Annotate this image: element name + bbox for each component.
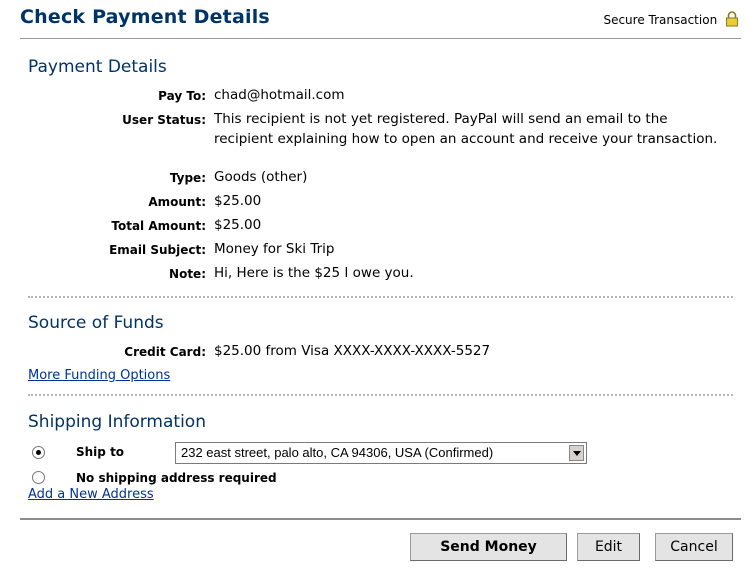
ship-to-radio[interactable]	[32, 446, 45, 459]
pay-to-value: chad@hotmail.com	[214, 87, 345, 103]
check-payment-page: Check Payment Details Secure Transaction…	[0, 0, 751, 571]
page-title: Check Payment Details	[20, 6, 270, 28]
credit-card-value: $25.00 from Visa XXXX-XXXX-XXXX-5527	[214, 343, 491, 359]
payment-details-heading: Payment Details	[28, 57, 167, 77]
type-label: Type:	[169, 171, 206, 185]
note-label: Note:	[169, 267, 206, 281]
add-new-address-link[interactable]: Add a New Address	[28, 487, 154, 502]
no-shipping-label: No shipping address required	[76, 471, 277, 485]
secure-transaction: Secure Transaction	[603, 11, 739, 27]
edit-button[interactable]: Edit	[577, 533, 640, 561]
send-money-button[interactable]: Send Money	[410, 533, 567, 561]
email-subject-value: Money for Ski Trip	[214, 241, 335, 257]
total-amount-value: $25.00	[214, 217, 262, 233]
header: Check Payment Details Secure Transaction	[20, 6, 743, 36]
user-status-value: This recipient is not yet registered. Pa…	[214, 111, 718, 147]
shipping-address-select[interactable]: 232 east street, palo alto, CA 94306, US…	[175, 442, 587, 464]
total-amount-label: Total Amount:	[111, 219, 206, 233]
type-value: Goods (other)	[214, 169, 308, 185]
pay-to-label: Pay To:	[158, 89, 206, 103]
shipping-information-heading: Shipping Information	[28, 412, 206, 432]
section-divider	[28, 296, 733, 298]
amount-value: $25.00	[214, 193, 262, 209]
user-status-label: User Status:	[122, 113, 206, 127]
secure-transaction-label: Secure Transaction	[603, 13, 718, 27]
footer-divider	[20, 518, 741, 520]
section-divider	[28, 394, 733, 396]
note-value: Hi, Here is the $25 I owe you.	[214, 265, 414, 281]
source-of-funds-heading: Source of Funds	[28, 313, 164, 333]
amount-label: Amount:	[148, 195, 206, 209]
ship-to-label: Ship to	[76, 445, 125, 459]
lock-icon	[725, 11, 739, 27]
chevron-down-icon[interactable]	[569, 445, 584, 461]
credit-card-label: Credit Card:	[124, 345, 206, 359]
more-funding-options-link[interactable]: More Funding Options	[28, 368, 170, 383]
cancel-button[interactable]: Cancel	[655, 533, 733, 561]
shipping-address-value: 232 east street, palo alto, CA 94306, US…	[181, 445, 494, 460]
header-divider	[20, 38, 741, 39]
no-shipping-radio[interactable]	[32, 471, 45, 484]
email-subject-label: Email Subject:	[109, 243, 206, 257]
